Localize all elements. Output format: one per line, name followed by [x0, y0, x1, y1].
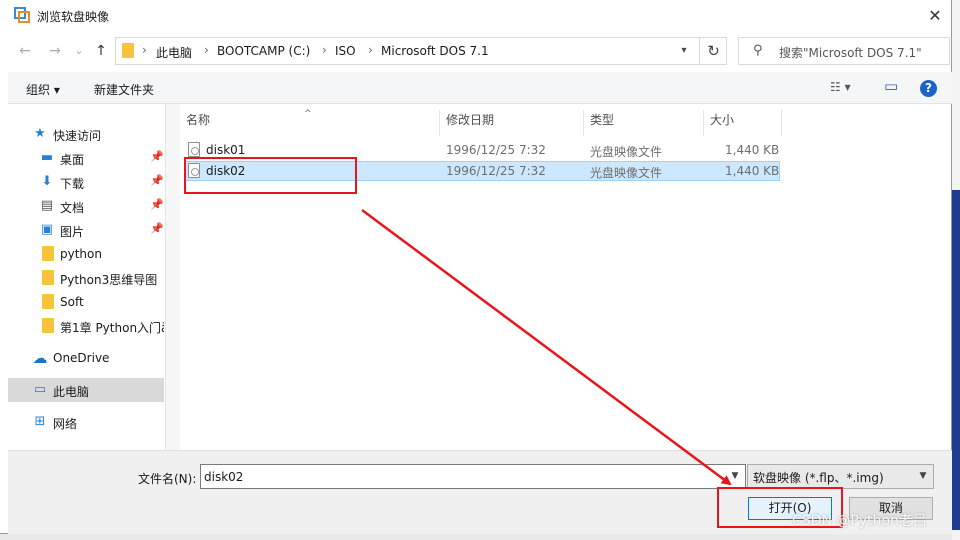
watermark: CSDN @Python老吕 — [792, 513, 927, 529]
annotation-arrow — [361, 208, 732, 486]
